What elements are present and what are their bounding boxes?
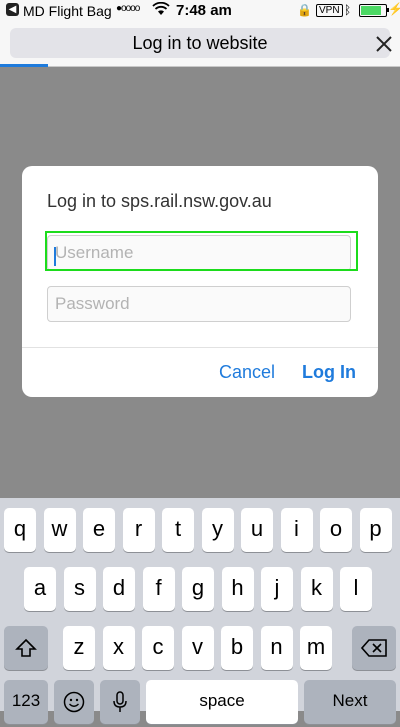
text-cursor [54,247,56,266]
page-title: Log in to website [132,33,268,53]
key-w[interactable]: w [43,508,76,552]
key-n[interactable]: n [260,626,293,670]
vpn-badge: VPN [316,4,343,17]
key-v[interactable]: v [181,626,214,670]
key-m[interactable]: m [300,626,332,670]
navigation-bar: Log in to website [0,22,400,67]
key-b[interactable]: b [221,626,253,670]
key-p[interactable]: p [359,508,392,552]
key-y[interactable]: y [201,508,234,552]
next-key[interactable]: Next [304,680,396,724]
password-input[interactable] [48,287,350,321]
key-o[interactable]: o [320,508,352,552]
battery-level [361,6,381,15]
key-u[interactable]: u [241,508,273,552]
space-key[interactable]: space [146,680,298,724]
back-to-app-icon[interactable]: ◀ [6,3,19,16]
bluetooth-icon: ᛒ [344,3,352,17]
log-in-button[interactable]: Log In [302,362,356,383]
shift-icon [15,638,37,657]
username-field[interactable] [47,235,351,271]
dialog-divider [22,347,378,348]
battery-icon [359,4,387,17]
title-field: Log in to website [10,28,392,58]
key-h[interactable]: h [221,567,254,611]
signal-strength-icon: ●oooo [116,3,140,14]
microphone-icon [113,691,127,712]
charging-icon: ⚡ [388,2,400,16]
shift-key[interactable] [4,626,48,670]
username-input[interactable] [48,236,350,270]
cancel-button[interactable]: Cancel [219,362,275,383]
login-dialog: Log in to sps.rail.nsw.gov.au Cancel Log… [22,166,378,397]
key-l[interactable]: l [340,567,372,611]
rotation-lock-icon: 🔒 [297,3,312,17]
key-i[interactable]: i [280,508,313,552]
status-bar: ◀ MD Flight Bag ●oooo 7:48 am 🔒 VPN ᛒ ⚡ [0,0,400,22]
key-q[interactable]: q [4,508,36,552]
dialog-title: Log in to sps.rail.nsw.gov.au [47,191,272,211]
key-g[interactable]: g [182,567,214,611]
clock: 7:48 am [176,2,232,19]
key-c[interactable]: c [142,626,174,670]
key-d[interactable]: d [103,567,135,611]
page-load-progress [0,64,48,67]
wifi-icon [152,2,170,15]
key-k[interactable]: k [300,567,333,611]
key-x[interactable]: x [102,626,135,670]
key-z[interactable]: z [63,626,95,670]
key-r[interactable]: r [122,508,155,552]
keyboard: qwertyuiop asdfghjkl zxcvbnm 123 space N… [0,498,400,724]
emoji-key[interactable] [54,680,94,724]
microphone-key[interactable] [100,680,140,724]
key-e[interactable]: e [83,508,115,552]
delete-icon [360,639,387,657]
numbers-key[interactable]: 123 [4,680,48,724]
carrier-label: MD Flight Bag [23,3,112,19]
delete-key[interactable] [352,626,396,670]
key-f[interactable]: f [142,567,175,611]
close-icon[interactable] [374,34,394,54]
emoji-icon [63,691,85,713]
key-t[interactable]: t [162,508,194,552]
key-a[interactable]: a [24,567,56,611]
password-field[interactable] [47,286,351,322]
key-j[interactable]: j [261,567,293,611]
key-s[interactable]: s [63,567,96,611]
